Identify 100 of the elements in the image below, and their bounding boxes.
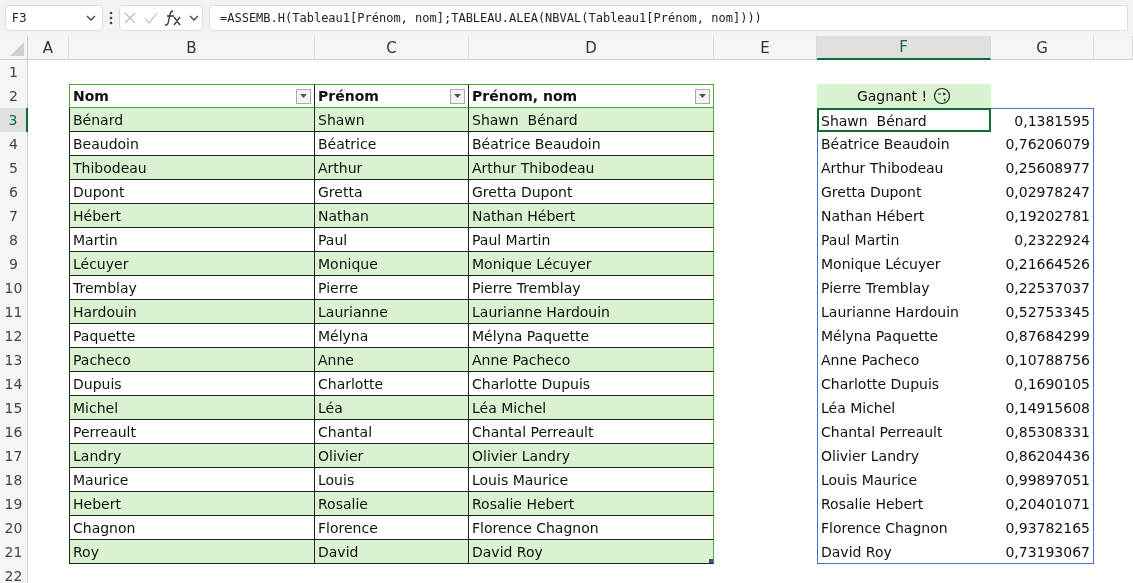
table-cell: Perreault	[69, 420, 315, 444]
row-header[interactable]: 21	[0, 540, 28, 564]
table-cell: Michel	[69, 396, 315, 420]
row-header[interactable]: 2	[0, 84, 28, 108]
table-cell: Thibodeau	[69, 156, 315, 180]
table-cell: Anne Pacheco	[469, 348, 714, 372]
row-header[interactable]: 6	[0, 180, 28, 204]
row-header[interactable]: 9	[0, 252, 28, 276]
table-cell: Shawn	[315, 108, 469, 132]
table-cell: Roy	[69, 540, 315, 564]
table-cell: Rosalie	[315, 492, 469, 516]
table-cell: Mélyna Paquette	[469, 324, 714, 348]
table-cell: Rosalie Hebert	[469, 492, 714, 516]
table-cell: Olivier Landry	[469, 444, 714, 468]
row-header[interactable]: 20	[0, 516, 28, 540]
table-cell: Mélyna	[315, 324, 469, 348]
column-header[interactable]: E	[714, 36, 817, 60]
filter-dropdown-icon[interactable]	[695, 88, 710, 104]
table-cell: Laurianne	[315, 300, 469, 324]
table-cell: Gretta	[315, 180, 469, 204]
table-cell: Charlotte	[315, 372, 469, 396]
emoji-icon	[933, 87, 952, 105]
row-header[interactable]: 1	[0, 60, 28, 84]
row-header[interactable]: 12	[0, 324, 28, 348]
table-cell: Beaudoin	[69, 132, 315, 156]
table-cell: Chantal Perreault	[469, 420, 714, 444]
table-cell: Hébert	[69, 204, 315, 228]
row-header[interactable]: 15	[0, 396, 28, 420]
table-cell: Chagnon	[69, 516, 315, 540]
row-header[interactable]: 4	[0, 132, 28, 156]
table-cell: Anne	[315, 348, 469, 372]
table-cell: 0,1381595	[991, 108, 1094, 132]
table-cell: Chantal	[315, 420, 469, 444]
column-header[interactable]: D	[469, 36, 714, 60]
table-cell: Monique Lécuyer	[469, 252, 714, 276]
table-cell: Martin	[69, 228, 315, 252]
table-cell: Paquette	[69, 324, 315, 348]
table-cell: Charlotte Dupuis	[469, 372, 714, 396]
function-icon[interactable]	[164, 10, 183, 26]
row-header[interactable]: 11	[0, 300, 28, 324]
formula-field[interactable]: =ASSEMB.H(Tableau1[Prénom, nom];TABLEAU.ALEA(NBVAL(Tableau1[Prénom, nom])))	[209, 5, 1128, 31]
row-header[interactable]: 16	[0, 420, 28, 444]
table-cell: Lécuyer	[69, 252, 315, 276]
table-cell: Pacheco	[69, 348, 315, 372]
table-cell: Laurianne Hardouin	[469, 300, 714, 324]
table-cell: David	[315, 540, 469, 564]
table-cell: Louis Maurice	[469, 468, 714, 492]
table-cell: Maurice	[69, 468, 315, 492]
table-cell: Landry	[69, 444, 315, 468]
row-header[interactable]: 19	[0, 492, 28, 516]
column-header[interactable]: F	[817, 36, 991, 60]
winner-heading: Gagnant !	[817, 84, 991, 108]
table-cell: Hebert	[69, 492, 315, 516]
table-cell: Béatrice	[315, 132, 469, 156]
table-cell: Shawn Bénard	[817, 108, 991, 132]
table-cell: Shawn Bénard	[469, 108, 714, 132]
column-heading: Prénom, nom	[469, 84, 714, 108]
row-header[interactable]: 18	[0, 468, 28, 492]
table-cell: Nathan	[315, 204, 469, 228]
table-cell: Dupuis	[69, 372, 315, 396]
row-header[interactable]: 22	[0, 564, 28, 583]
filter-dropdown-icon[interactable]	[296, 88, 311, 104]
row-header[interactable]: 3	[0, 108, 28, 132]
table-cell: Paul Martin	[469, 228, 714, 252]
row-header[interactable]: 14	[0, 372, 28, 396]
name-box[interactable]: F3	[5, 5, 103, 31]
table-cell: Béatrice Beaudoin	[469, 132, 714, 156]
column-heading: Nom	[69, 84, 315, 108]
column-header[interactable]: C	[315, 36, 469, 60]
row-header[interactable]: 13	[0, 348, 28, 372]
row-header[interactable]: 10	[0, 276, 28, 300]
chevron-down-icon[interactable]	[188, 15, 199, 21]
table-cell: Florence Chagnon	[469, 516, 714, 540]
check-icon[interactable]	[143, 12, 158, 24]
table-cell: David Roy	[469, 540, 714, 564]
table-cell: Arthur	[315, 156, 469, 180]
column-header[interactable]: G	[991, 36, 1094, 60]
table-cell: 0,73193067	[991, 540, 1094, 564]
column-heading: Prénom	[315, 84, 469, 108]
more-options-icon[interactable]	[109, 11, 113, 25]
table-cell: Gretta Dupont	[469, 180, 714, 204]
table-cell: Pierre	[315, 276, 469, 300]
column-header[interactable]: A	[28, 36, 69, 60]
table-cell: Bénard	[69, 108, 315, 132]
column-header[interactable]: B	[69, 36, 315, 60]
table-cell: Paul	[315, 228, 469, 252]
table-cell: Hardouin	[69, 300, 315, 324]
table-cell: David Roy	[817, 540, 991, 564]
chevron-down-icon[interactable]	[86, 15, 96, 21]
table-cell: Monique	[315, 252, 469, 276]
table-cell: Dupont	[69, 180, 315, 204]
row-header[interactable]: 17	[0, 444, 28, 468]
table-cell: Pierre Tremblay	[469, 276, 714, 300]
table-cell: Léa Michel	[469, 396, 714, 420]
table-cell: Florence	[315, 516, 469, 540]
row-header[interactable]: 7	[0, 204, 28, 228]
table-cell: 0,76206079	[991, 132, 1094, 156]
row-header[interactable]: 8	[0, 228, 28, 252]
row-header[interactable]: 5	[0, 156, 28, 180]
filter-dropdown-icon[interactable]	[450, 88, 465, 104]
